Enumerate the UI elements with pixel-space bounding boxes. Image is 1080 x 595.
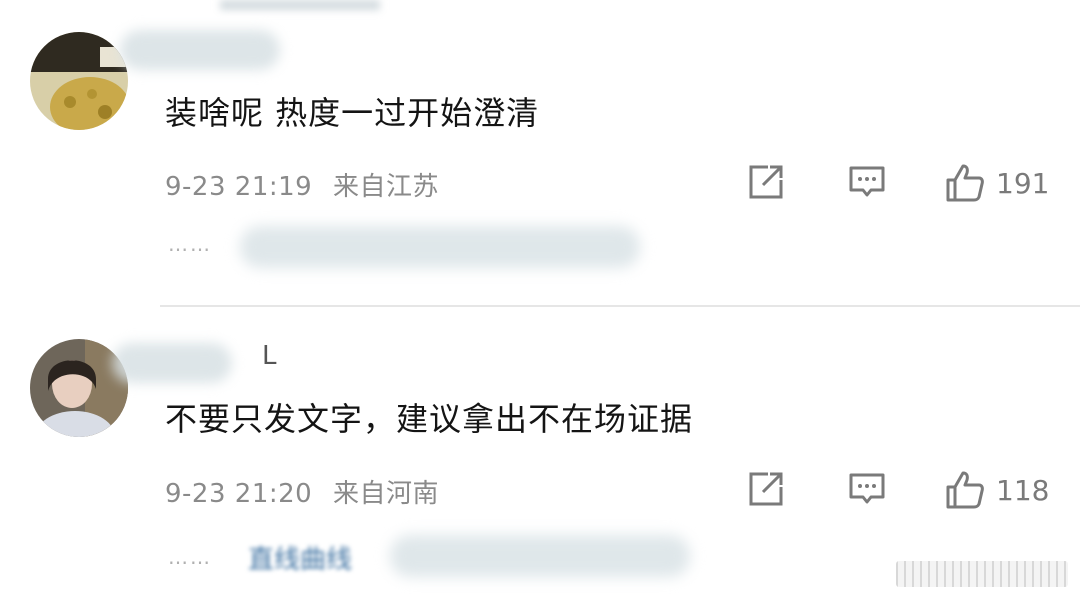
share-button[interactable]: [746, 162, 786, 202]
username-redaction: [112, 343, 232, 383]
share-icon: [749, 165, 783, 199]
reply-preview-link[interactable]: 直线曲线: [248, 539, 352, 576]
comment-item: 装啥呢 热度一过开始澄清 9-23 21:19 来自江苏 191 ……: [0, 0, 1080, 305]
comment-icon: [849, 166, 885, 197]
reply-preview-redaction: [390, 535, 690, 577]
username-redaction: [120, 30, 280, 70]
like-button[interactable]: 191: [944, 162, 1049, 204]
comment-text: 装啥呢 热度一过开始澄清: [165, 94, 540, 132]
reply-button[interactable]: [847, 469, 887, 509]
avatar[interactable]: [30, 32, 128, 130]
comment-location: 来自江苏: [332, 172, 439, 202]
share-icon: [749, 472, 783, 506]
comment-time: 9-23 21:20: [165, 479, 313, 509]
comment-item: L 不要只发文字，建议拿出不在场证据 9-23 21:20 来自河南 118 ……: [0, 307, 1080, 595]
share-button[interactable]: [746, 469, 786, 509]
comment-location: 来自河南: [332, 479, 439, 509]
comment-meta: 9-23 21:20 来自河南: [165, 473, 439, 510]
comment-meta: 9-23 21:19 来自江苏: [165, 166, 439, 203]
comment-icon: [849, 473, 885, 504]
reply-dots: ……: [168, 232, 212, 256]
comment-text: 不要只发文字，建议拿出不在场证据: [165, 400, 694, 438]
thumbs-up-icon: [946, 164, 984, 202]
reply-button[interactable]: [847, 162, 887, 202]
like-button[interactable]: 118: [944, 469, 1049, 511]
like-count: 118: [996, 473, 1050, 507]
comment-time: 9-23 21:19: [165, 172, 313, 202]
watermark-bar: [896, 561, 1068, 587]
reply-dots: ……: [168, 545, 212, 569]
thumbs-up-icon: [946, 471, 984, 509]
like-count: 191: [996, 166, 1050, 200]
reply-preview-redaction: [240, 226, 640, 268]
username[interactable]: L: [262, 341, 278, 371]
